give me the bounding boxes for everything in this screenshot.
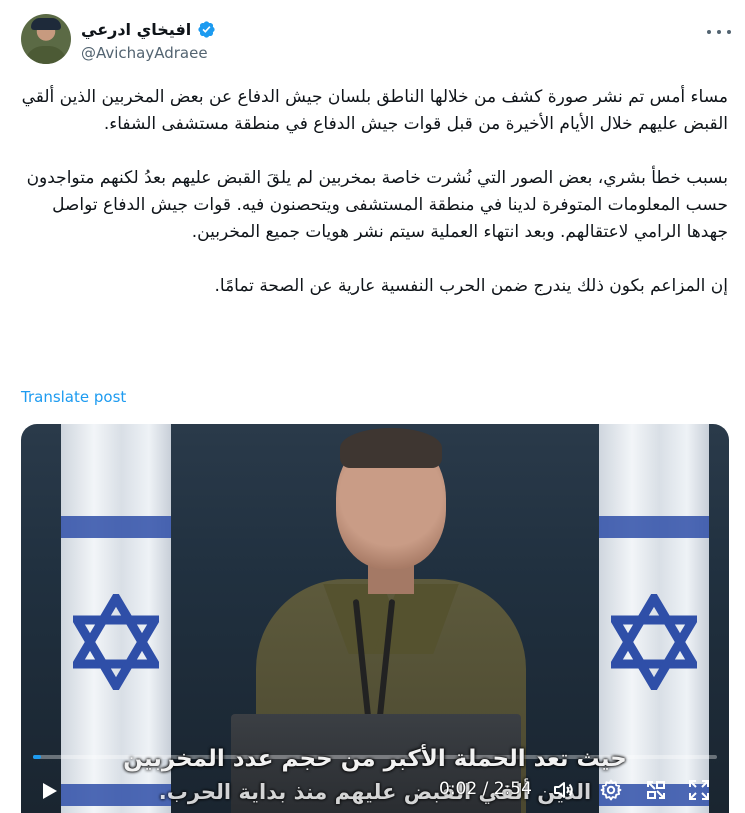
more-options-icon[interactable] <box>707 22 731 42</box>
volume-icon[interactable] <box>551 778 575 802</box>
video-time: 0:02 / 2:54 <box>439 779 532 799</box>
verified-badge-icon <box>198 21 215 38</box>
fullscreen-icon[interactable] <box>687 778 711 802</box>
post-paragraph: بسبب خطأ بشري، بعض الصور التي نُشرت خاصة… <box>26 168 728 242</box>
author-handle[interactable]: @AvichayAdraee <box>81 44 208 62</box>
video-player[interactable]: حيث تعد الحملة الأكبر من حجم عدد المخربي… <box>21 424 729 813</box>
author-display-name[interactable]: افيخاي ادرعي <box>81 20 191 39</box>
avatar[interactable] <box>21 14 71 64</box>
play-icon[interactable] <box>37 779 61 803</box>
post-text: مساء أمس تم نشر صورة كشف من خلالها الناط… <box>21 84 728 300</box>
author-name-row[interactable]: افيخاي ادرعي <box>81 20 216 39</box>
post-paragraph: إن المزاعم بكون ذلك يندرج ضمن الحرب النف… <box>214 276 728 296</box>
translate-post-link[interactable]: Translate post <box>21 388 126 406</box>
post-paragraph: مساء أمس تم نشر صورة كشف من خلالها الناط… <box>21 87 728 134</box>
post-header: افيخاي ادرعي @AvichayAdraee <box>21 14 731 70</box>
settings-icon[interactable] <box>599 778 623 802</box>
video-controls: 0:02 / 2:54 <box>21 769 729 813</box>
picture-in-picture-icon[interactable] <box>644 778 668 802</box>
